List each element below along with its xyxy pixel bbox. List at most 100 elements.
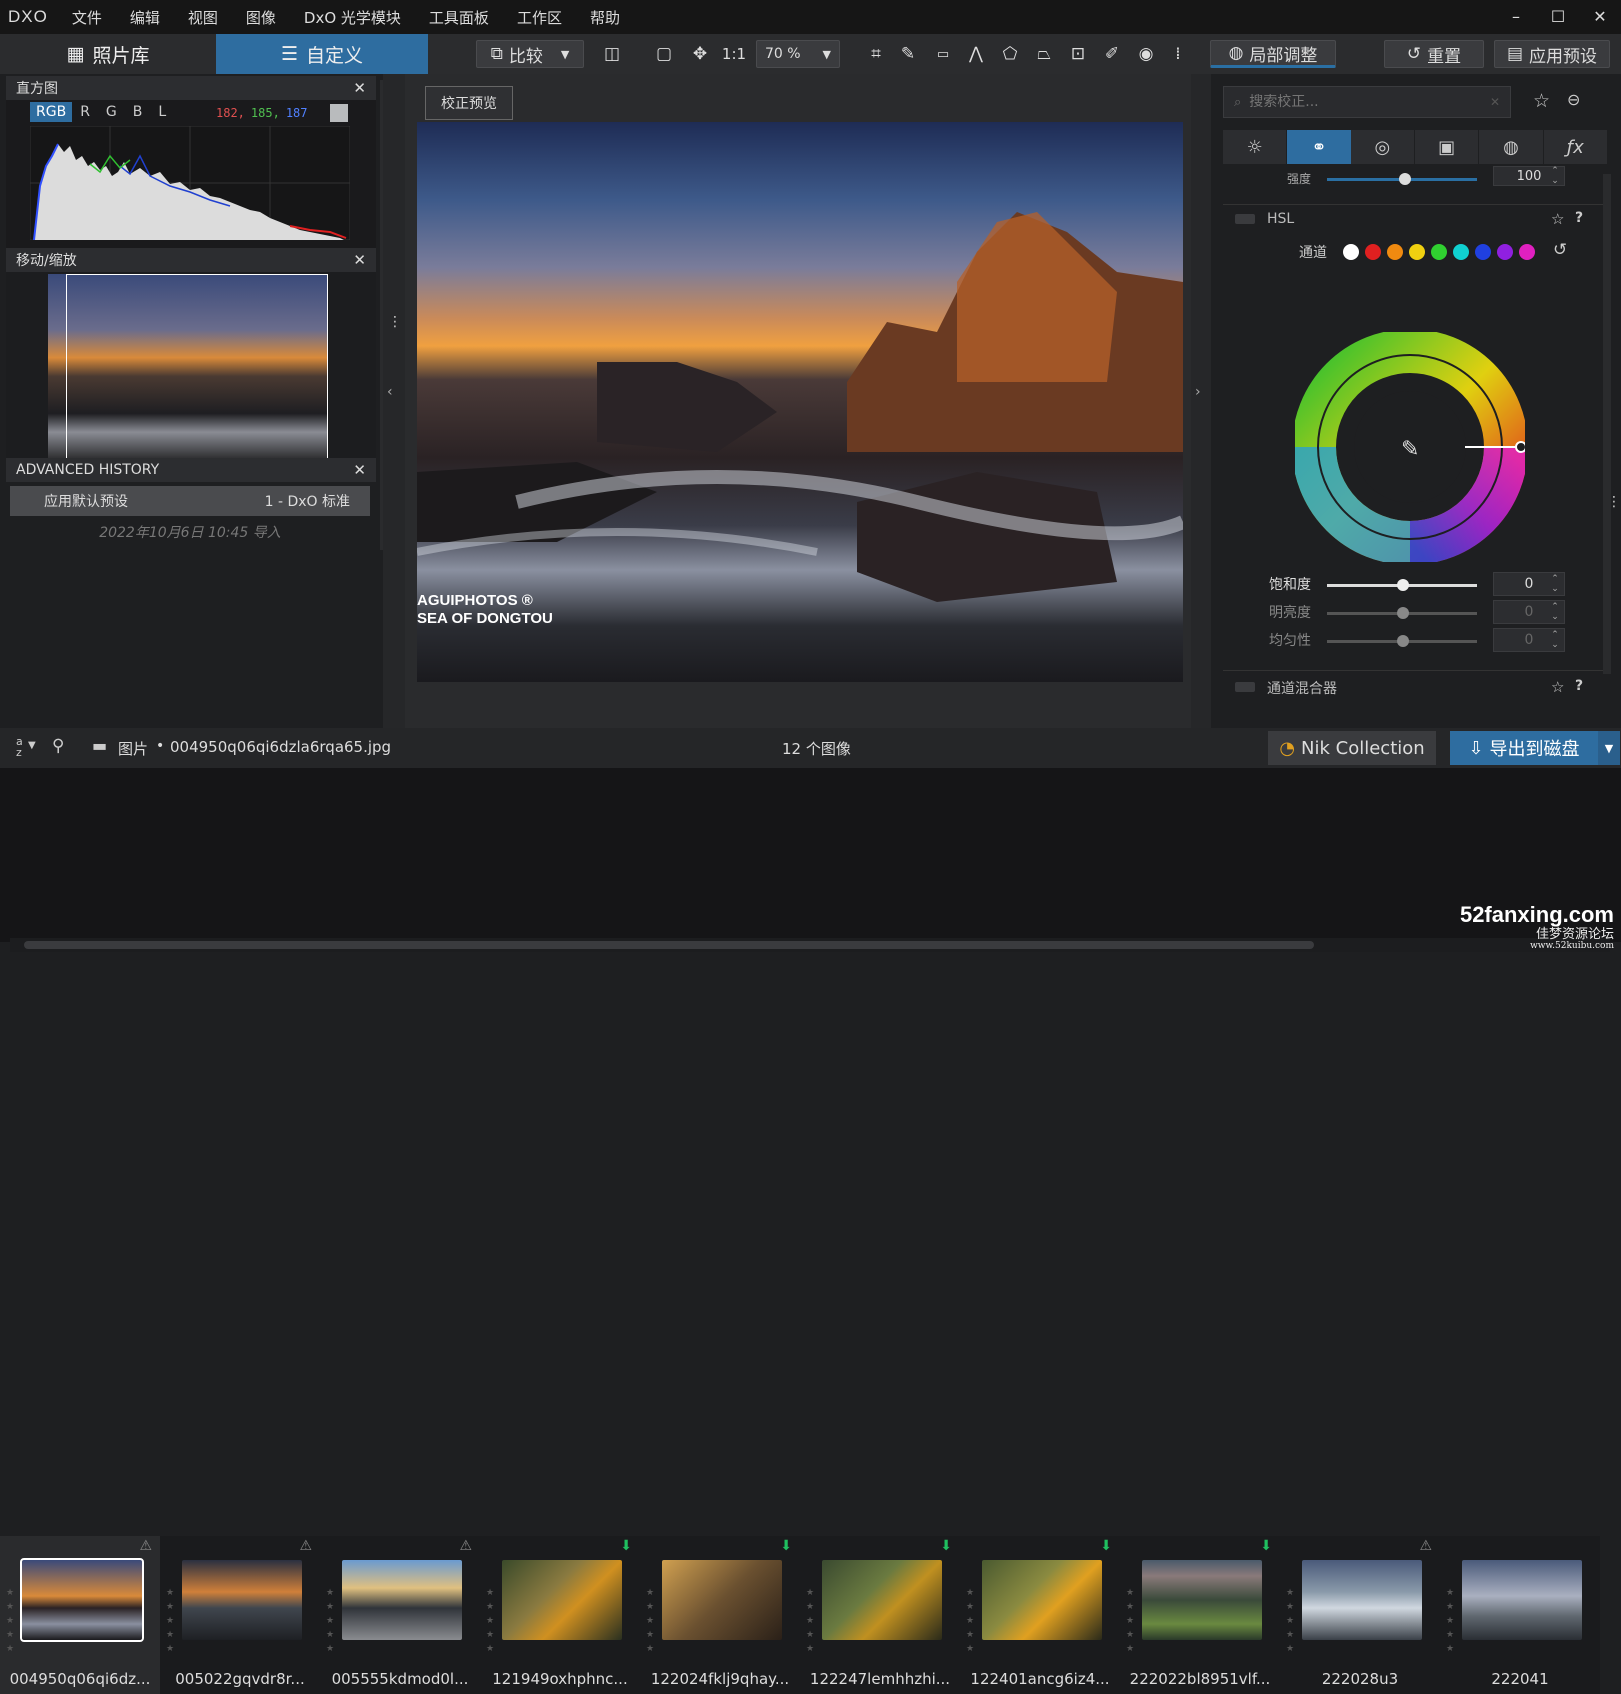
zoom-select[interactable]: 70 % ▼	[756, 40, 840, 68]
sort-button[interactable]: a z	[16, 736, 28, 758]
filmstrip-thumbnail[interactable]: ★ ★ ★ ★ ★ ⬇ 122401ancg6iz4...	[960, 1536, 1120, 1694]
perspective-icon[interactable]: ⋀	[962, 40, 990, 68]
close-icon[interactable]: ✕	[353, 251, 366, 269]
rating-stars[interactable]: ★ ★ ★ ★ ★	[966, 1586, 974, 1656]
rating-stars[interactable]: ★ ★ ★ ★ ★	[1126, 1586, 1134, 1656]
export-to-disk-button[interactable]: ⇩ 导出到磁盘	[1450, 731, 1598, 765]
crop-icon[interactable]: ⌗	[862, 40, 890, 68]
filmstrip-thumbnail[interactable]: ★ ★ ★ ★ ★ 222041	[1440, 1536, 1600, 1694]
channel-r[interactable]: R	[72, 102, 98, 122]
scroll-thumb[interactable]	[24, 941, 1314, 949]
menu-optics[interactable]: DxO 光学模块	[290, 7, 415, 28]
hsl-channel-dot[interactable]	[1387, 244, 1403, 260]
perspective-free-icon[interactable]: ⏢	[1030, 40, 1058, 68]
redeye-icon[interactable]: ◉	[1132, 40, 1160, 68]
chevron-left-icon[interactable]: ‹	[387, 384, 393, 400]
filmstrip-thumbnail[interactable]: ★ ★ ★ ★ ★ ⬇ 122247lemhhzhi...	[800, 1536, 960, 1694]
more-icon[interactable]: ⋮	[1607, 494, 1621, 510]
tab-color[interactable]: ⚭	[1287, 130, 1351, 164]
repair-icon[interactable]: ✐	[1098, 40, 1126, 68]
rating-stars[interactable]: ★ ★ ★ ★ ★	[646, 1586, 654, 1656]
undo-icon[interactable]: ↺	[1553, 240, 1567, 260]
grid-guides-icon[interactable]: ⁞	[1164, 40, 1192, 68]
hsl-channel-dot[interactable]	[1409, 244, 1425, 260]
tab-library[interactable]: ▦ 照片库	[0, 34, 216, 74]
filmstrip-thumbnail[interactable]: ★ ★ ★ ★ ★ ⚠ 005555kdmod0l...	[320, 1536, 480, 1694]
zoom-frame[interactable]	[66, 274, 328, 460]
menu-workspace[interactable]: 工作区	[503, 7, 576, 28]
hsl-channel-dot[interactable]	[1519, 244, 1535, 260]
horizon-icon[interactable]: ▭	[928, 40, 958, 68]
strength-slider[interactable]	[1327, 173, 1477, 185]
strength-value[interactable]: 100	[1493, 166, 1565, 186]
filter-icon[interactable]: ⚲	[52, 736, 64, 756]
search-input[interactable]	[1249, 94, 1490, 110]
channel-b[interactable]: B	[125, 102, 151, 122]
more-icon[interactable]: ⋮	[388, 314, 402, 330]
tab-local[interactable]: ◍	[1479, 130, 1544, 164]
split-view-icon[interactable]: ◫	[598, 40, 626, 68]
close-icon[interactable]: ✕	[353, 461, 366, 479]
menu-file[interactable]: 文件	[58, 7, 116, 28]
tab-effects[interactable]: ƒx	[1544, 130, 1607, 164]
apply-preset-button[interactable]: ▤ 应用预设	[1494, 40, 1610, 68]
chevron-right-icon[interactable]: ›	[1195, 384, 1201, 400]
rating-stars[interactable]: ★ ★ ★ ★ ★	[806, 1586, 814, 1656]
toggle-icon[interactable]: ⊖	[1567, 90, 1580, 109]
reset-button[interactable]: ↺ 重置	[1384, 40, 1484, 68]
close-icon[interactable]: ✕	[353, 79, 366, 97]
hsl-toggle[interactable]	[1235, 214, 1255, 224]
rating-stars[interactable]: ★ ★ ★ ★ ★	[166, 1586, 174, 1656]
search-box[interactable]: ⌕ ✕	[1223, 86, 1511, 118]
menu-edit[interactable]: 编辑	[116, 7, 174, 28]
transform-icon[interactable]: ⊡	[1064, 40, 1092, 68]
filmstrip-thumbnail[interactable]: ★ ★ ★ ★ ★ ⬇ 222022bl8951vlf...	[1120, 1536, 1280, 1694]
help-icon[interactable]: ?	[1575, 210, 1583, 226]
help-icon[interactable]: ?	[1575, 678, 1583, 694]
channel-l[interactable]: L	[150, 102, 174, 122]
rating-stars[interactable]: ★ ★ ★ ★ ★	[1286, 1586, 1294, 1656]
filmstrip-thumbnail[interactable]: ★ ★ ★ ★ ★ ⬇ 121949oxhphnc...	[480, 1536, 640, 1694]
menu-view[interactable]: 视图	[174, 7, 232, 28]
filmstrip-scrollbar[interactable]	[10, 938, 1610, 952]
hsl-channel-dot[interactable]	[1453, 244, 1469, 260]
move-icon[interactable]: ✥	[686, 40, 714, 68]
main-photo[interactable]: AGUIPHOTOS ® SEA OF DONGTOU	[417, 122, 1183, 682]
star-icon[interactable]: ☆	[1551, 678, 1564, 696]
brightness-value[interactable]: 0	[1493, 600, 1565, 624]
tab-customize[interactable]: ☰ 自定义	[216, 34, 428, 74]
minimize-button[interactable]: –	[1495, 0, 1537, 34]
hsl-channel-dot[interactable]	[1365, 244, 1381, 260]
mixer-toggle[interactable]	[1235, 682, 1255, 692]
perspective-rect-icon[interactable]: ⬠	[996, 40, 1024, 68]
saturation-slider[interactable]	[1327, 579, 1477, 591]
menu-image[interactable]: 图像	[232, 7, 290, 28]
filmstrip-thumbnail[interactable]: ★ ★ ★ ★ ★ ⬇ 122024fklj9qhay...	[640, 1536, 800, 1694]
uniformity-slider[interactable]	[1327, 635, 1477, 647]
rating-stars[interactable]: ★ ★ ★ ★ ★	[6, 1586, 14, 1656]
filmstrip-thumbnail[interactable]: ★ ★ ★ ★ ★ ⚠ 005022gqvdr8r...	[160, 1536, 320, 1694]
tab-detail[interactable]: ◎	[1351, 130, 1415, 164]
hsl-channel-dot[interactable]	[1475, 244, 1491, 260]
star-icon[interactable]: ☆	[1551, 210, 1564, 228]
saturation-value[interactable]: 0	[1493, 572, 1565, 596]
rating-stars[interactable]: ★ ★ ★ ★ ★	[326, 1586, 334, 1656]
menu-help[interactable]: 帮助	[576, 7, 634, 28]
eyedropper-icon[interactable]: ✎	[894, 40, 922, 68]
clear-icon[interactable]: ✕	[1490, 95, 1500, 109]
folder-name[interactable]: 图片	[118, 738, 148, 759]
close-window-button[interactable]: ✕	[1579, 0, 1621, 34]
hsl-channel-dot[interactable]	[1343, 244, 1359, 260]
rating-stars[interactable]: ★ ★ ★ ★ ★	[486, 1586, 494, 1656]
hsl-channel-dot[interactable]	[1497, 244, 1513, 260]
tab-light[interactable]: ☼	[1223, 130, 1288, 164]
zoom-1to1-button[interactable]: 1:1	[718, 40, 750, 68]
chevron-down-icon[interactable]: ▼	[28, 740, 36, 751]
right-panel-scrollbar[interactable]	[1603, 174, 1611, 674]
maximize-button[interactable]: ☐	[1537, 0, 1579, 34]
history-item[interactable]: 应用默认预设 1 - DxO 标准	[10, 486, 370, 516]
tab-geometry[interactable]: ▣	[1415, 130, 1480, 164]
channel-g[interactable]: G	[98, 102, 125, 122]
brightness-slider[interactable]	[1327, 607, 1477, 619]
hsl-channel-dot[interactable]	[1431, 244, 1447, 260]
